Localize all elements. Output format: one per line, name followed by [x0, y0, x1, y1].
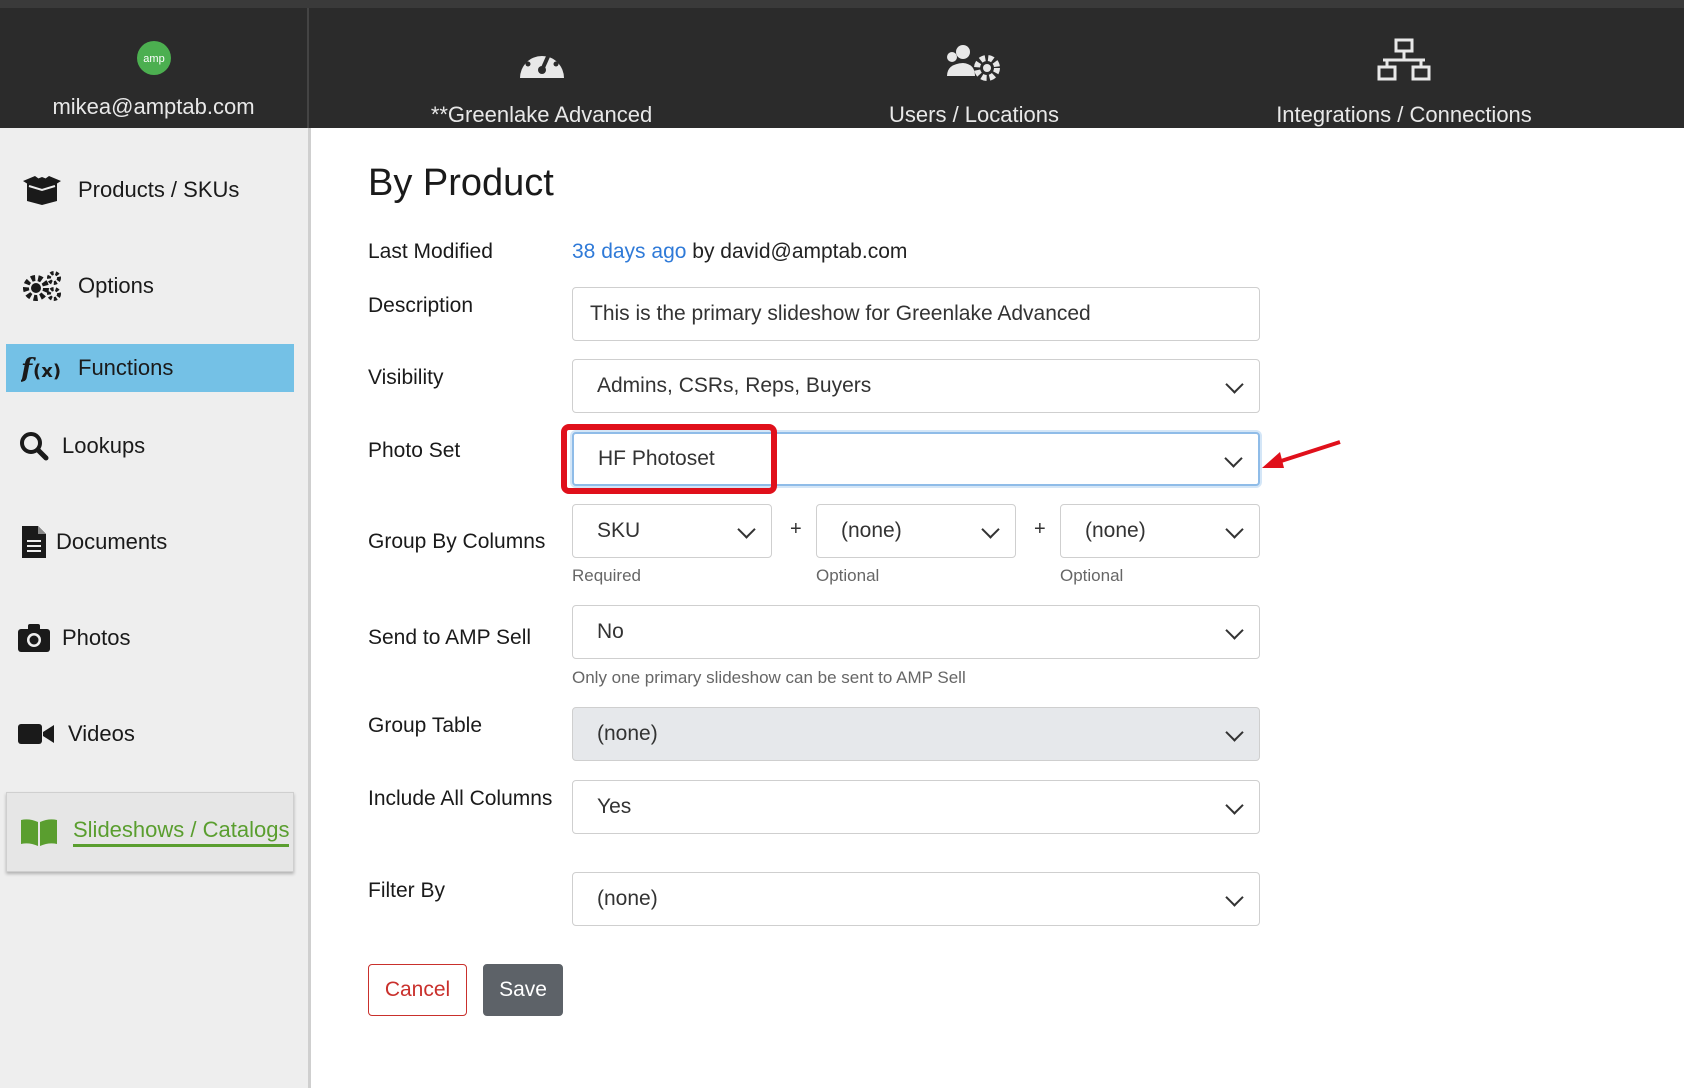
cancel-button[interactable]: Cancel	[368, 964, 467, 1016]
nav-users-locations[interactable]: Users / Locations	[774, 8, 1174, 128]
filter-by-label: Filter By	[368, 879, 446, 902]
user-email: mikea@amptab.com	[52, 94, 255, 119]
group-by-hint-3: Optional	[1060, 566, 1124, 585]
nav-greenlake-advanced[interactable]: **Greenlake Advanced	[309, 8, 774, 128]
last-modified-value: 38 days ago by david@amptab.com	[572, 240, 907, 264]
group-by-select-3[interactable]: (none)	[1060, 504, 1260, 558]
group-table-select[interactable]: (none)	[572, 707, 1260, 761]
group-by-plus-1: +	[790, 518, 802, 540]
sidebar-item-label: Functions	[78, 355, 174, 380]
sidebar-item-lookups[interactable]: Lookups	[6, 422, 294, 470]
send-amp-label: Send to AMP Sell	[368, 626, 532, 649]
last-modified-label: Last Modified	[368, 240, 493, 263]
group-by-hint-2: Optional	[816, 566, 880, 585]
gears-icon	[20, 271, 64, 301]
group-by-hint-1: Required	[572, 566, 641, 585]
nav-integrations-connections[interactable]: Integrations / Connections	[1174, 8, 1634, 128]
book-icon	[17, 818, 61, 846]
sidebar: Products / SKUs Options f (x) Functions L…	[0, 128, 311, 1088]
sidebar-item-slideshows-catalogs[interactable]: Slideshows / Catalogs	[6, 792, 294, 872]
sidebar-item-label: Photos	[62, 625, 131, 650]
users-gear-icon	[945, 22, 1003, 82]
save-button[interactable]: Save	[483, 964, 563, 1016]
group-table-label: Group Table	[368, 714, 483, 737]
sidebar-item-videos[interactable]: Videos	[6, 710, 294, 758]
group-by-select-2[interactable]: (none)	[816, 504, 1016, 558]
annotation-highlight-box	[561, 424, 777, 494]
group-by-plus-2: +	[1034, 518, 1046, 540]
user-account-menu[interactable]: amp mikea@amptab.com	[0, 8, 309, 128]
top-bar: amp mikea@amptab.com **Greenlake Advance…	[0, 0, 1684, 128]
sidebar-item-label: Options	[78, 273, 154, 298]
last-modified-by: by david@amptab.com	[692, 240, 908, 263]
camera-icon	[12, 624, 56, 652]
document-icon	[12, 526, 56, 558]
annotation-arrow-icon	[1262, 440, 1341, 468]
include-all-select[interactable]: Yes	[572, 780, 1260, 834]
group-by-select-1[interactable]: SKU	[572, 504, 772, 558]
function-icon: f (x)	[20, 352, 64, 384]
nav-greenlake-label: **Greenlake Advanced	[430, 102, 653, 127]
search-icon	[12, 431, 56, 461]
nav-integrations-label: Integrations / Connections	[1276, 102, 1532, 127]
description-input[interactable]: This is the primary slideshow for Greenl…	[572, 287, 1260, 341]
sidebar-item-label: Documents	[56, 529, 168, 554]
filter-by-select[interactable]: (none)	[572, 872, 1260, 926]
sidebar-item-products-skus[interactable]: Products / SKUs	[6, 166, 294, 214]
visibility-label: Visibility	[368, 366, 444, 389]
include-all-label: Include All Columns	[368, 787, 553, 810]
sidebar-item-label: Slideshows / Catalogs	[73, 817, 290, 847]
sidebar-item-functions[interactable]: f (x) Functions	[6, 344, 294, 392]
sidebar-item-photos[interactable]: Photos	[6, 614, 294, 662]
send-amp-select[interactable]: No	[572, 605, 1260, 659]
video-icon	[14, 722, 58, 746]
photo-set-label: Photo Set	[368, 439, 461, 462]
open-box-icon	[20, 175, 64, 205]
group-by-label: Group By Columns	[368, 530, 546, 553]
svg-text:(x): (x)	[33, 361, 61, 382]
send-amp-hint: Only one primary slideshow can be sent t…	[572, 668, 966, 687]
nav-users-label: Users / Locations	[889, 102, 1059, 127]
sidebar-item-label: Products / SKUs	[78, 177, 240, 202]
dashboard-gauge-icon	[516, 22, 568, 82]
sidebar-item-label: Videos	[68, 721, 135, 746]
last-modified-link[interactable]: 38 days ago	[572, 240, 686, 263]
svg-text:amp: amp	[143, 53, 164, 65]
page-title: By Product	[368, 162, 554, 204]
amp-logo-icon: amp	[136, 26, 172, 76]
sidebar-item-options[interactable]: Options	[6, 262, 294, 310]
network-icon	[1377, 22, 1431, 82]
sidebar-item-label: Lookups	[62, 433, 146, 458]
sidebar-item-documents[interactable]: Documents	[6, 518, 294, 566]
visibility-select[interactable]: Admins, CSRs, Reps, Buyers	[572, 359, 1260, 413]
description-label: Description	[368, 294, 474, 317]
